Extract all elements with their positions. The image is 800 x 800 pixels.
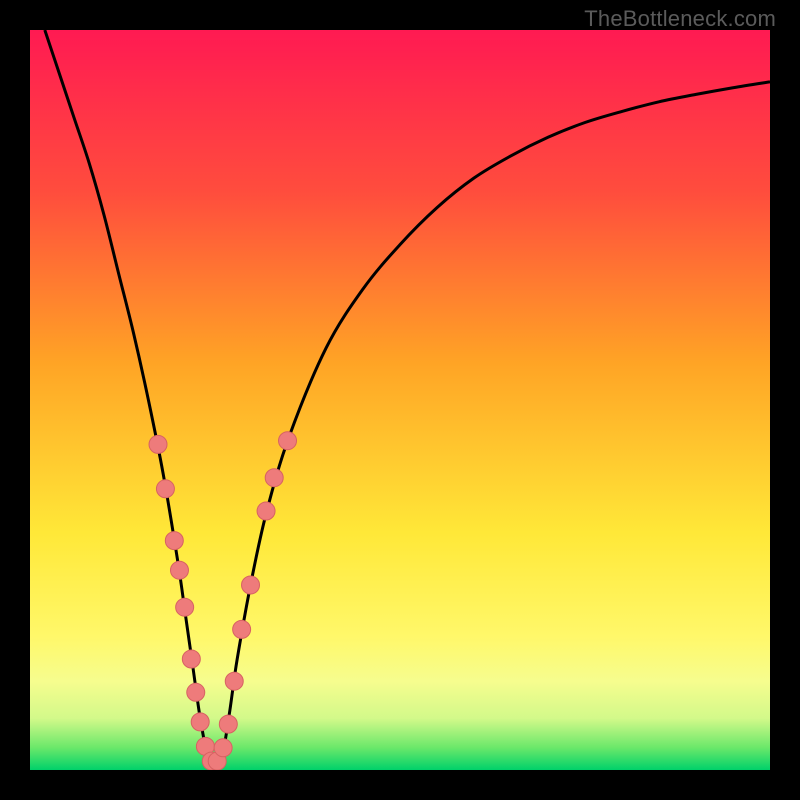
marker-dot [170,561,188,579]
marker-dot [225,672,243,690]
marker-dot [191,713,209,731]
curve-layer [30,30,770,770]
marker-dot [187,683,205,701]
marker-dot [242,576,260,594]
marker-dot [214,739,232,757]
marker-dot [279,432,297,450]
plot-area [30,30,770,770]
marker-dot [149,435,167,453]
marker-dot [265,469,283,487]
marker-dot [233,620,251,638]
watermark-label: TheBottleneck.com [584,6,776,32]
chart-frame: TheBottleneck.com [0,0,800,800]
marker-dot [219,715,237,733]
marker-dot [182,650,200,668]
marker-dot [257,502,275,520]
marker-dot [165,532,183,550]
marker-dot [156,480,174,498]
marker-dot [176,598,194,616]
bottleneck-curve [45,30,770,770]
marker-group [149,432,296,770]
